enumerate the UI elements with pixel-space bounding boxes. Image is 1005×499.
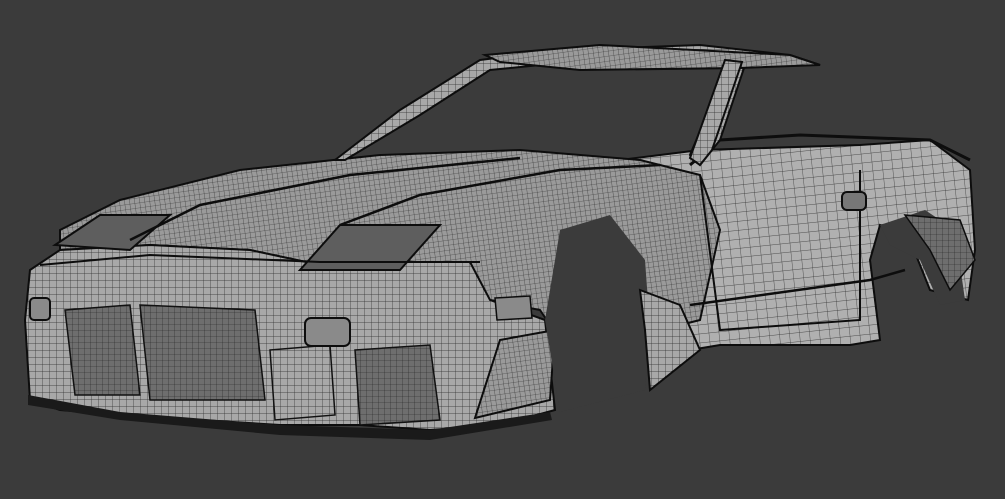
right-intake [269, 344, 336, 421]
left-intake [64, 304, 141, 396]
grille-opening [139, 304, 266, 401]
right-vent [354, 344, 441, 426]
left-fog-light [29, 297, 51, 321]
3d-viewport[interactable] [0, 0, 1005, 499]
right-fog-light [304, 317, 351, 347]
door-handle [841, 191, 867, 211]
side-marker [494, 295, 533, 321]
car-wireframe-render [23, 43, 977, 440]
windshield-header [481, 43, 821, 72]
